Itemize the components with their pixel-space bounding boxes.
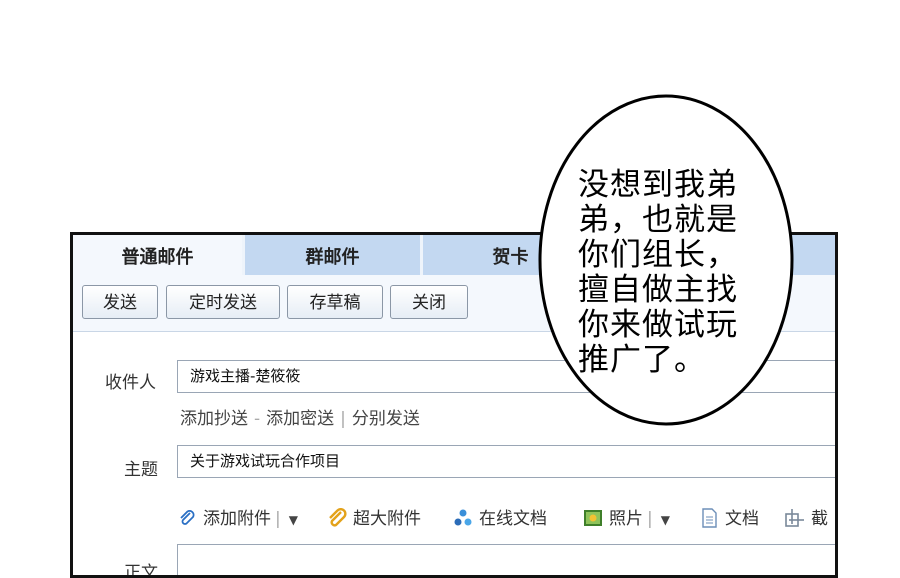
- send-button[interactable]: 发送: [82, 285, 158, 319]
- chevron-down-icon[interactable]: ▼: [661, 513, 670, 527]
- separate-send-link[interactable]: 分别发送: [352, 409, 420, 429]
- photo-icon: [584, 510, 602, 526]
- body-label: 正文: [124, 563, 158, 578]
- add-attachment-button[interactable]: 添加附件 | ▼: [177, 504, 298, 529]
- tab-normal-mail[interactable]: 普通邮件: [73, 235, 245, 275]
- recipient-options: 添加抄送 - 添加密送 | 分别发送: [180, 409, 420, 429]
- document-icon: [702, 508, 717, 528]
- close-button[interactable]: 关闭: [390, 285, 468, 319]
- tab-group-mail[interactable]: 群邮件: [245, 235, 423, 275]
- speech-bubble-text: 没想到我弟 弟，也就是 你们组长， 擅自做主找 你来做试玩 推广了。: [578, 168, 778, 378]
- speech-line: 你们组长，: [578, 237, 738, 273]
- online-doc-button[interactable]: 在线文档: [453, 504, 547, 529]
- body-editor[interactable]: [177, 544, 835, 575]
- document-button[interactable]: 文档: [699, 504, 759, 529]
- chevron-down-icon[interactable]: ▼: [289, 513, 298, 527]
- paperclip-icon: [180, 510, 195, 525]
- speech-line: 你来做试玩: [578, 307, 738, 343]
- recipient-label: 收件人: [105, 373, 156, 393]
- scheduled-send-button[interactable]: 定时发送: [166, 285, 280, 319]
- large-attachment-icon: [329, 508, 347, 527]
- large-attachment-button[interactable]: 超大附件: [327, 504, 421, 529]
- add-cc-link[interactable]: 添加抄送: [180, 409, 248, 429]
- speech-line: 推广了。: [578, 342, 706, 378]
- photo-button[interactable]: 照片 | ▼: [583, 504, 670, 529]
- subject-label: 主题: [124, 460, 158, 480]
- save-draft-button[interactable]: 存草稿: [287, 285, 383, 319]
- speech-line: 擅自做主找: [578, 272, 738, 308]
- speech-line: 没想到我弟: [578, 167, 738, 203]
- screenshot-icon: [785, 509, 804, 527]
- subject-field[interactable]: 关于游戏试玩合作项目: [177, 445, 835, 478]
- add-bcc-link[interactable]: 添加密送: [266, 409, 334, 429]
- screenshot-button[interactable]: 截: [785, 504, 828, 529]
- online-doc-icon: [454, 509, 472, 526]
- speech-line: 弟，也就是: [578, 202, 738, 238]
